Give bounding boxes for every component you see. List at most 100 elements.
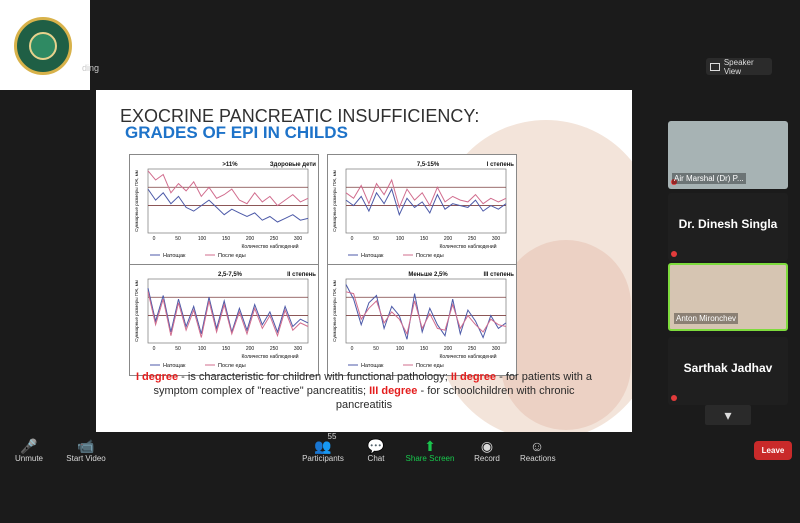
chart-grade-label: Здоровые дети [270,162,316,168]
x-axis-label: Количество наблюдений [241,353,298,360]
reactions-icon: ☺ [529,438,545,454]
record-icon: ◉ [480,438,494,454]
chart-svg: Меньше 2,5% III степень 0 50 100 150 200 250 300… [332,272,514,369]
logo-building-icon [29,32,57,60]
speaker-view-label: Speaker View [723,57,754,76]
y-axis-label: Суммарные размеры ПЖ, мм [332,170,337,232]
chart-bottom-right: Меньше 2,5% III степень 0 50 100 150 200 250 300… [327,264,517,376]
x-axis-label: Количество наблюдений [439,353,496,360]
x-tick-label: 300 [492,346,501,352]
grid-icon [710,62,720,71]
reactions-label: Reactions [520,454,556,463]
mic-muted-icon: 🎤 [20,438,38,454]
legend-fasting-label: Натощак [361,253,384,259]
participant-tile-4[interactable]: Sarthak Jadhav [668,337,788,405]
x-tick-label: 150 [222,236,231,242]
participant-video-1[interactable]: Air Marshal (Dr) P... [668,121,788,189]
legend-fasting-label: Натощак [163,253,186,259]
slide-body-text: I degree - is characteristic for childre… [124,370,604,412]
leave-label: Leave [761,446,785,455]
chart-grade-range: Меньше 2,5% [408,272,448,278]
muted-mic-icon [671,395,677,401]
legend-after-meal-label: После еды [416,253,444,259]
x-tick-label: 0 [351,236,354,242]
unmute-label: Unmute [14,454,43,463]
recording-label: ding [82,63,100,73]
x-tick-label: 0 [153,346,156,352]
series-after-meal-line [147,170,309,207]
participant-tile-2[interactable]: Dr. Dinesh Singla [668,193,788,261]
x-tick-label: 50 [175,236,181,242]
x-tick-label: 250 [270,236,279,242]
x-tick-label: 100 [396,236,405,242]
x-tick-label: 250 [468,236,477,242]
chart-grade-range: 2,5-7,5% [218,272,243,278]
participants-count: 55 [327,432,337,441]
x-tick-label: 250 [270,346,279,352]
x-tick-label: 300 [294,346,303,352]
speaker-view-button[interactable]: Speaker View [706,57,772,76]
slide-body-segment: I degree [135,371,179,383]
legend-fasting-label: Натощак [163,363,186,369]
x-tick-label: 200 [444,346,453,352]
record-button[interactable]: ◉ Record [470,438,504,463]
series-after-meal-line [345,291,507,336]
participant-name-3: Anton Mironchev [674,313,739,324]
scroll-down-button[interactable]: ▾ [705,405,751,425]
participant-name-2: Dr. Dinesh Singla [678,217,778,231]
reactions-button[interactable]: ☺ Reactions [520,438,556,463]
series-fasting-line [147,287,309,335]
y-axis-label: Суммарные размеры ПЖ, мм [134,170,139,232]
x-tick-label: 150 [420,346,429,352]
x-axis-label: Количество наблюдений [439,243,496,250]
x-tick-label: 50 [175,346,181,352]
leave-button[interactable]: Leave [754,441,792,460]
chart-grade-label: II степень [287,272,316,278]
y-axis-label: Суммарные размеры ПЖ, мм [332,280,337,342]
chat-icon: 💬 [367,438,385,454]
video-off-icon: 📹 [77,438,95,454]
chart-bottom-left: 2,5-7,5% II степень 0 50 100 150 200 250 300 Коли… [129,264,319,376]
legend-after-meal-label: После еды [218,363,246,369]
muted-mic-icon [671,251,677,257]
chart-svg: 7,5-15% I степень 0 50 100 150 200 250 300Количе… [332,162,515,259]
chart-grade-label: III степень [483,272,514,278]
start-video-button[interactable]: 📹 Start Video [64,438,108,463]
x-tick-label: 200 [246,236,255,242]
slide-body-segment: II degree [450,371,497,383]
chart-svg: 2,5-7,5% II степень 0 50 100 150 200 250 300Коли… [134,272,316,369]
unmute-button[interactable]: 🎤 Unmute [14,438,44,463]
participants-label: Participants [302,454,344,463]
share-screen-label: Share Screen [405,454,455,463]
chart-top-right: 7,5-15% I степень 0 50 100 150 200 250 300 Количе… [327,154,517,266]
shared-slide: EXOCRINE PANCREATIC INSUFFICIENCY: GRADE… [96,90,632,432]
participant-video-3[interactable]: Anton Mironchev [668,263,788,331]
participant-name-4: Sarthak Jadhav [683,361,773,375]
chat-button[interactable]: 💬 Chat [364,438,388,463]
chart-grade-range: >11% [222,162,238,168]
x-tick-label: 0 [351,346,354,352]
x-tick-label: 50 [373,236,379,242]
x-tick-label: 100 [396,346,405,352]
logo-seal [14,17,72,75]
slide-subtitle: GRADES OF EPI IN CHILDS [125,123,348,142]
meeting-toolbar: 🎤 Unmute 📹 Start Video 👥 Participants 55… [0,432,800,523]
x-tick-label: 50 [373,346,379,352]
plot-frame [345,278,507,344]
university-logo [0,0,90,90]
x-tick-label: 250 [468,346,477,352]
x-tick-label: 150 [222,346,231,352]
legend-after-meal-label: После еды [218,253,246,259]
chart-top-left: >11% Здоровые дети 0 50 100 150 200 250 300 Колич… [129,154,319,266]
x-tick-label: 150 [420,236,429,242]
participant-name-1: Air Marshal (Dr) P... [672,173,746,184]
participants-button[interactable]: 👥 Participants [302,438,344,463]
chart-grade-range: 7,5-15% [417,162,440,168]
legend-fasting-label: Натощак [361,363,384,369]
chart-grade-label: I степень [487,162,515,168]
share-screen-button[interactable]: ⬆ Share Screen [405,438,455,463]
x-tick-label: 200 [246,346,255,352]
x-tick-label: 100 [198,236,207,242]
series-after-meal-line [345,178,507,209]
participant-strip: Air Marshal (Dr) P... Dr. Dinesh Singla … [659,91,800,433]
